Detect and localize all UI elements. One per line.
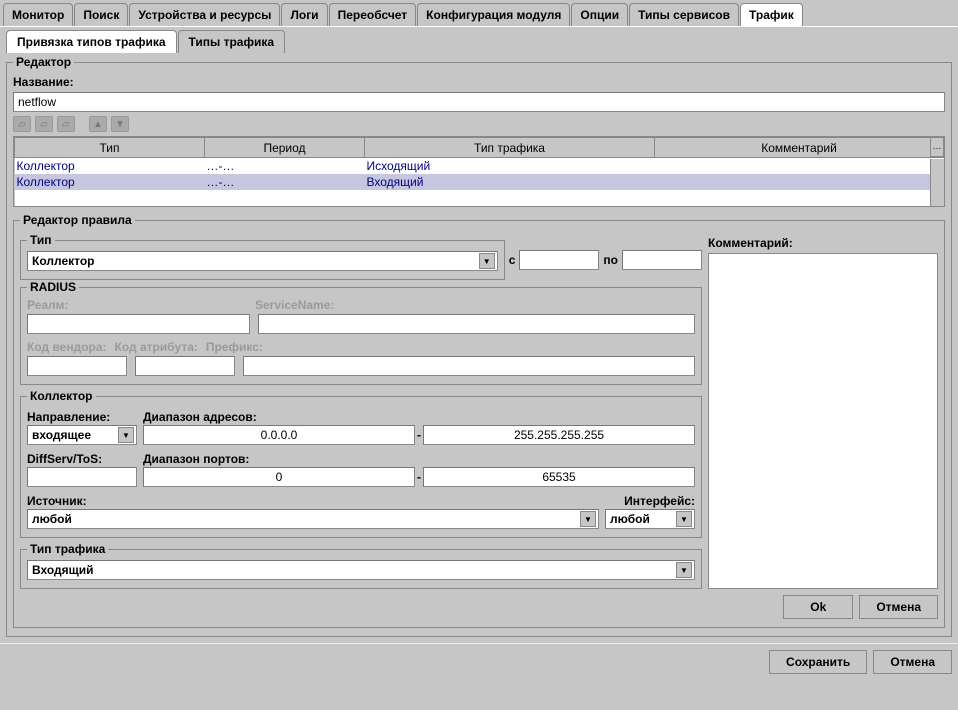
tab-module-config[interactable]: Конфигурация модуля — [417, 3, 570, 26]
addr-to-input[interactable] — [423, 425, 695, 445]
collector-legend: Коллектор — [27, 389, 96, 403]
tab-monitor[interactable]: Монитор — [3, 3, 73, 26]
save-button[interactable]: Сохранить — [769, 650, 867, 674]
to-label: по — [603, 253, 618, 267]
realm-input[interactable] — [27, 314, 250, 334]
iface-select[interactable]: любой ▼ — [605, 509, 695, 529]
tab-traffic-types[interactable]: Типы трафика — [178, 30, 286, 53]
editor-legend: Редактор — [13, 55, 74, 69]
col-period[interactable]: Период — [205, 138, 365, 158]
tab-logs[interactable]: Логи — [281, 3, 327, 26]
tab-devices[interactable]: Устройства и ресурсы — [129, 3, 280, 26]
toolbar-btn-2[interactable]: ▱ — [35, 116, 53, 132]
table-scrollbar[interactable] — [930, 159, 944, 206]
tab-traffic[interactable]: Трафик — [740, 3, 803, 26]
rules-table: Тип Период Тип трафика Комментарий Колле… — [13, 136, 945, 207]
range-dash: - — [417, 428, 421, 442]
name-input[interactable] — [13, 92, 945, 112]
toolbar-btn-1[interactable]: ▱ — [13, 116, 31, 132]
toolbar-btn-3[interactable]: ▱ — [57, 116, 75, 132]
rule-editor-legend: Редактор правила — [20, 213, 135, 227]
addr-range-label: Диапазон адресов: — [143, 407, 695, 425]
chevron-down-icon: ▼ — [580, 511, 596, 527]
arrow-down-icon[interactable]: ▼ — [111, 116, 129, 132]
addr-from-input[interactable] — [143, 425, 415, 445]
type-group: Тип Коллектор ▼ — [20, 233, 505, 280]
outer-tabs: Монитор Поиск Устройства и ресурсы Логи … — [0, 0, 958, 26]
chevron-down-icon: ▼ — [118, 427, 134, 443]
servicename-input[interactable] — [258, 314, 695, 334]
to-input[interactable] — [622, 250, 702, 270]
chevron-down-icon: ▼ — [676, 511, 692, 527]
radius-legend: RADIUS — [27, 280, 79, 294]
editor-group: Редактор Название: ▱ ▱ ▱ ▲ ▼ Тип Период … — [6, 55, 952, 637]
diffserv-input[interactable] — [27, 467, 137, 487]
mini-toolbar: ▱ ▱ ▱ ▲ ▼ — [13, 112, 945, 136]
chevron-down-icon: ▼ — [676, 562, 692, 578]
prefix-label: Префикс: — [206, 340, 263, 354]
chevron-down-icon: ▼ — [479, 253, 495, 269]
vendor-label: Код вендора: — [27, 340, 107, 354]
col-traffic[interactable]: Тип трафика — [365, 138, 655, 158]
tab-traffic-binding[interactable]: Привязка типов трафика — [6, 30, 177, 53]
table-row[interactable]: Коллектор …-… Входящий — [15, 174, 944, 190]
radius-group: RADIUS Реалм: ServiceName: Код вендора: … — [20, 280, 702, 385]
iface-label: Интерфейс: — [605, 491, 695, 509]
comment-label: Комментарий: — [708, 233, 938, 253]
col-comment[interactable]: Комментарий — [655, 138, 944, 158]
attr-input[interactable] — [135, 356, 235, 376]
tab-recalc[interactable]: Переобсчет — [329, 3, 417, 26]
name-label: Название: — [13, 72, 945, 92]
type-select[interactable]: Коллектор ▼ — [27, 251, 498, 271]
comment-textarea[interactable] — [708, 253, 938, 589]
source-select[interactable]: любой ▼ — [27, 509, 599, 529]
realm-label: Реалм: — [27, 298, 69, 312]
cancel-outer-button[interactable]: Отмена — [873, 650, 952, 674]
tab-service-types[interactable]: Типы сервисов — [629, 3, 739, 26]
collector-group: Коллектор Направление: входящее ▼ Диапа — [20, 389, 702, 538]
from-input[interactable] — [519, 250, 599, 270]
range-dash: - — [417, 470, 421, 484]
table-row[interactable]: Коллектор …-… Исходящий — [15, 158, 944, 175]
attr-label: Код атрибута: — [115, 340, 198, 354]
direction-select[interactable]: входящее ▼ — [27, 425, 137, 445]
port-to-input[interactable] — [423, 467, 695, 487]
diffserv-label: DiffServ/ToS: — [27, 449, 137, 467]
prefix-input[interactable] — [243, 356, 695, 376]
cancel-button[interactable]: Отмена — [859, 595, 938, 619]
ok-button[interactable]: Ok — [783, 595, 853, 619]
direction-label: Направление: — [27, 407, 137, 425]
source-label: Источник: — [27, 491, 599, 509]
inner-tabs: Привязка типов трафика Типы трафика — [0, 26, 958, 53]
rule-editor-group: Редактор правила Тип Коллектор ▼ с — [13, 213, 945, 628]
port-range-label: Диапазон портов: — [143, 449, 695, 467]
from-label: с — [509, 253, 516, 267]
servicename-label: ServiceName: — [255, 298, 334, 312]
arrow-up-icon[interactable]: ▲ — [89, 116, 107, 132]
col-type[interactable]: Тип — [15, 138, 205, 158]
traffic-type-legend: Тип трафика — [27, 542, 108, 556]
tab-search[interactable]: Поиск — [74, 3, 128, 26]
traffic-type-select[interactable]: Входящий ▼ — [27, 560, 695, 580]
type-legend: Тип — [27, 233, 55, 247]
vendor-input[interactable] — [27, 356, 127, 376]
columns-menu-icon[interactable]: … — [930, 137, 944, 157]
tab-options[interactable]: Опции — [571, 3, 628, 26]
traffic-type-group: Тип трафика Входящий ▼ — [20, 542, 702, 589]
port-from-input[interactable] — [143, 467, 415, 487]
